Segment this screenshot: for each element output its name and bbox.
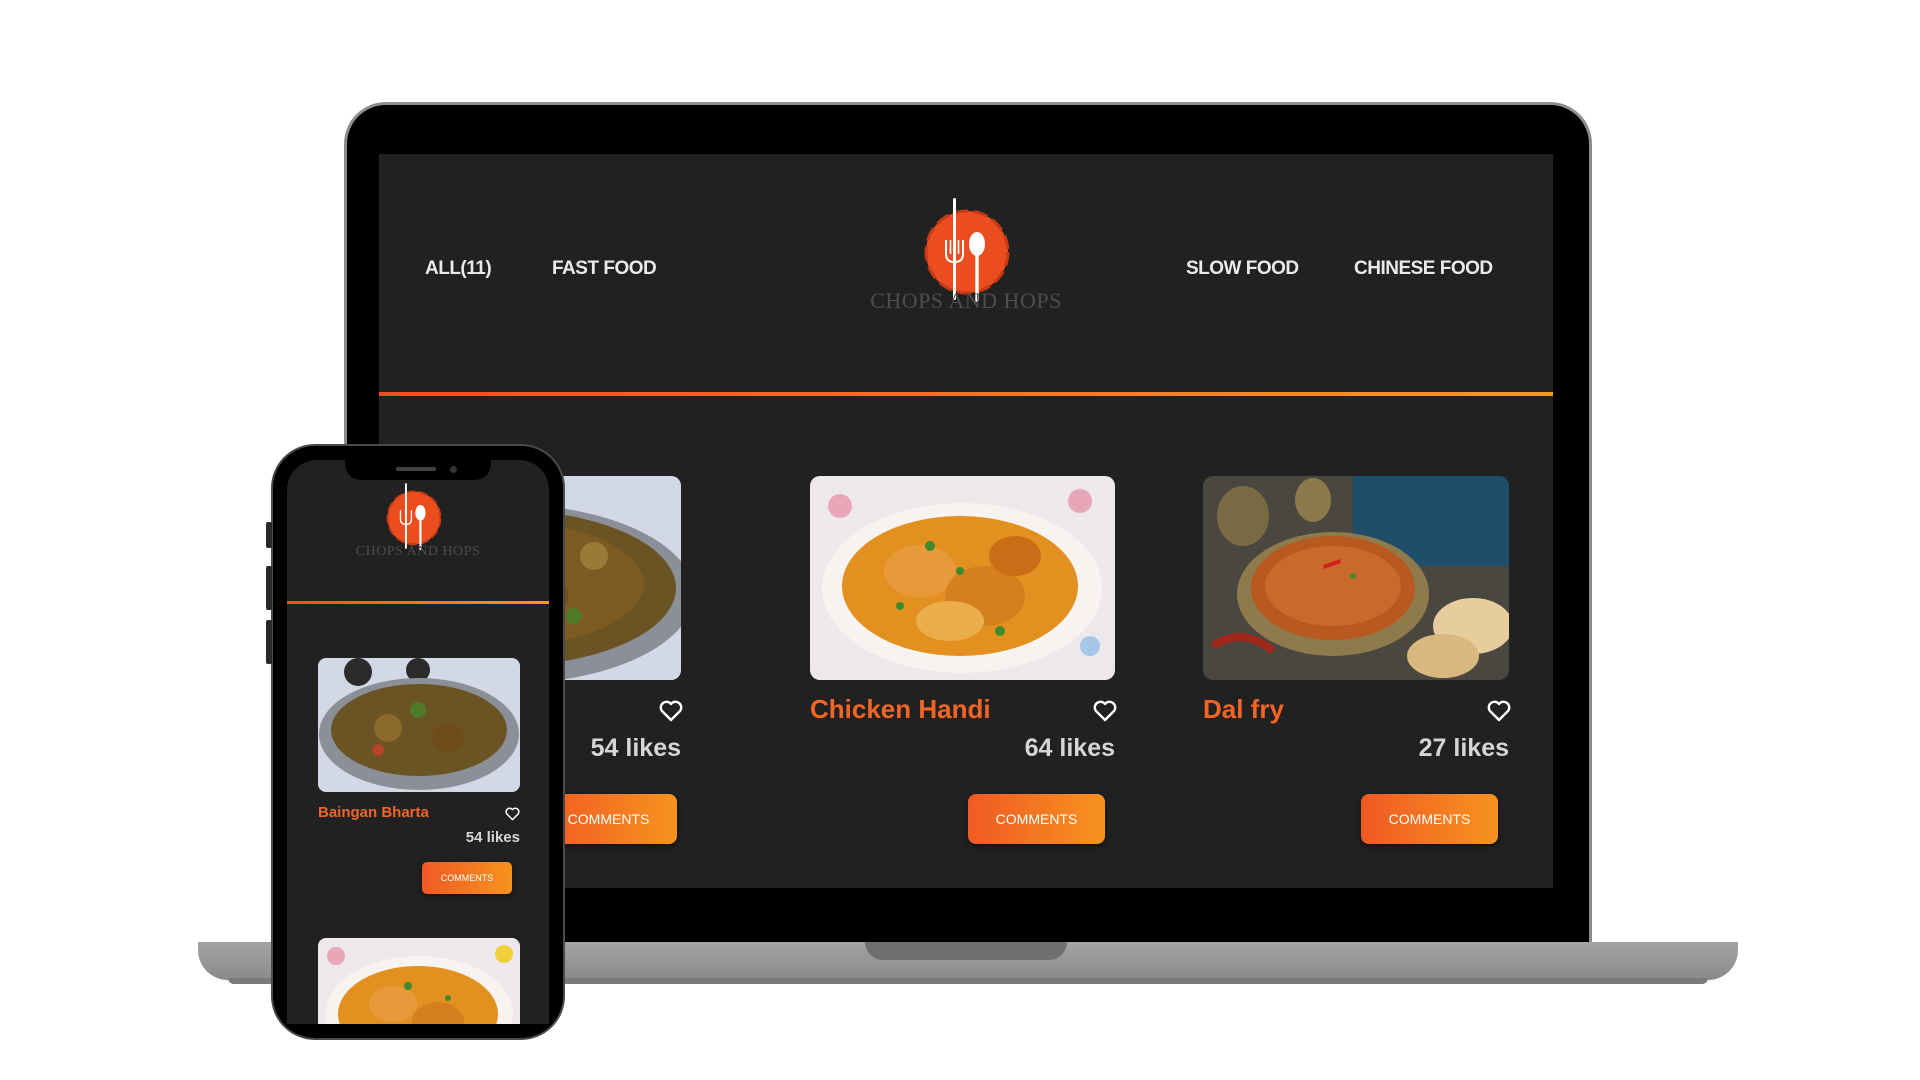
header-divider [379, 392, 1553, 396]
likes-count: 64 likes [1024, 734, 1115, 762]
nav-all[interactable]: ALL(11) [425, 258, 492, 280]
phone-volume-up [266, 566, 272, 610]
food-card-chicken-handi [318, 938, 520, 1024]
phone-volume-down [266, 620, 272, 664]
nav-fast-food[interactable]: FAST FOOD [552, 258, 657, 280]
fork-spoon-logo-icon [386, 483, 442, 551]
comments-button[interactable]: COMMENTS [1361, 794, 1498, 844]
phone-camera [450, 466, 457, 473]
likes-count: 27 likes [1418, 734, 1509, 762]
food-card-chicken-handi: Chicken Handi 64 likes COMMENTS [810, 476, 1117, 876]
food-image [810, 476, 1115, 680]
comments-button[interactable]: COMMENTS [968, 794, 1105, 844]
likes-count: 54 likes [590, 734, 681, 762]
food-image [318, 938, 520, 1024]
food-image [318, 658, 520, 792]
phone-speaker [396, 467, 436, 471]
heart-icon[interactable] [659, 700, 683, 722]
food-title: Dal fry [1203, 694, 1284, 724]
nav-chinese-food[interactable]: CHINESE FOOD [1354, 258, 1493, 280]
likes-count: 54 likes [465, 829, 520, 846]
mobile-screen: CHOPS AND HOPS Baingan Bharta 54 likes C… [287, 460, 549, 1024]
food-title: Chicken Handi [810, 694, 991, 724]
brand-name: CHOPS AND HOPS [355, 544, 481, 559]
heart-icon[interactable] [505, 807, 520, 821]
food-card-baingan-bharta: Baingan Bharta 54 likes COMMENTS [318, 658, 520, 898]
comments-button[interactable]: COMMENTS [422, 862, 512, 894]
food-title: Baingan Bharta [318, 804, 429, 821]
heart-icon[interactable] [1487, 700, 1511, 722]
header-divider [287, 601, 549, 604]
phone-mute-switch [266, 522, 272, 548]
food-image [1203, 476, 1509, 680]
food-card-dal-fry: Dal fry 27 likes COMMENTS [1203, 476, 1511, 876]
brand-logo[interactable]: CHOPS AND HOPS [287, 480, 549, 580]
laptop-hinge-notch [865, 942, 1067, 960]
heart-icon[interactable] [1093, 700, 1117, 722]
nav-slow-food[interactable]: SLOW FOOD [1186, 258, 1299, 280]
brand-logo[interactable]: CHOPS AND HOPS [821, 194, 1111, 314]
brand-name: CHOPS AND HOPS [870, 288, 1062, 313]
